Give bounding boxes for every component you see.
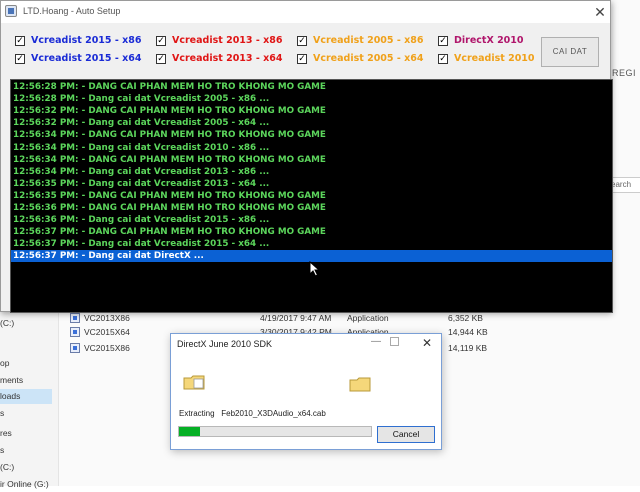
- log-line[interactable]: 12:56:36 PM: - Dang cai dat Vcreadist 20…: [13, 214, 612, 226]
- extracting-label: Extracting: [179, 409, 215, 418]
- checkbox-label: Vcreadist 2015 - x86: [31, 35, 142, 46]
- log-line[interactable]: 12:56:36 PM: - DANG CAI PHAN MEM HO TRO …: [13, 202, 612, 214]
- install-button[interactable]: CAI DAT: [541, 37, 599, 67]
- minimize-button[interactable]: —: [369, 336, 383, 350]
- log-line[interactable]: 12:56:32 PM: - Dang cai dat Vcreadist 20…: [13, 117, 612, 129]
- file-size: 6,352 KB: [448, 313, 483, 323]
- checkbox-label: Vcreadist 2013 - x64: [172, 53, 283, 64]
- nav-item[interactable]: (C:): [0, 460, 58, 475]
- nav-item[interactable]: ments: [0, 373, 58, 388]
- nav-item[interactable]: op: [0, 356, 58, 371]
- checkbox-label: Vcreadist 2005 - x86: [313, 35, 424, 46]
- nav-item[interactable]: s: [0, 443, 58, 458]
- checkbox[interactable]: ✓: [438, 36, 448, 46]
- nav-item[interactable]: s: [0, 406, 58, 421]
- source-folder-icon: [183, 375, 205, 390]
- extracting-status: Extracting Feb2010_X3DAudio_x64.cab: [179, 409, 326, 418]
- nav-item-downloads[interactable]: loads: [0, 389, 52, 404]
- file-name: VC2015X64: [84, 327, 130, 337]
- checkbox[interactable]: ✓: [156, 54, 166, 64]
- log-line[interactable]: 12:56:34 PM: - DANG CAI PHAN MEM HO TRO …: [13, 129, 612, 141]
- file-name: VC2013X86: [84, 313, 130, 323]
- checkbox[interactable]: ✓: [297, 54, 307, 64]
- destination-folder-icon: [349, 377, 371, 392]
- close-button[interactable]: ✕: [419, 335, 435, 351]
- log-line[interactable]: 12:56:34 PM: - Dang cai dat Vcreadist 20…: [13, 166, 612, 178]
- title-bar[interactable]: LTD.Hoang - Auto Setup ✕: [1, 1, 610, 23]
- progress-fill: [179, 427, 201, 436]
- log-line[interactable]: 12:56:32 PM: - DANG CAI PHAN MEM HO TRO …: [13, 105, 612, 117]
- application-icon: [70, 313, 80, 323]
- file-type: Application: [347, 313, 389, 323]
- log-line[interactable]: 12:56:37 PM: - DANG CAI PHAN MEM HO TRO …: [13, 226, 612, 238]
- nav-item[interactable]: (C:): [0, 316, 58, 331]
- checkbox[interactable]: ✓: [15, 54, 25, 64]
- nav-item[interactable]: res: [0, 426, 58, 441]
- checkbox-label: Vcreadist 2015 - x64: [31, 53, 142, 64]
- checkbox-label: Vcreadist 2013 - x86: [172, 35, 283, 46]
- log-line[interactable]: 12:56:28 PM: - Dang cai dat Vcreadist 20…: [13, 93, 612, 105]
- close-button[interactable]: ✕: [591, 3, 609, 21]
- progress-bar: [178, 426, 372, 437]
- file-size: 14,119 KB: [448, 343, 488, 353]
- checkbox-label: Vcreadist 2005 - x64: [313, 53, 424, 64]
- checkbox-label: Vcreadist 2010: [454, 53, 535, 64]
- checkbox[interactable]: ✓: [15, 36, 25, 46]
- dialog-title: DirectX June 2010 SDK: [177, 339, 273, 349]
- cancel-button[interactable]: Cancel: [377, 426, 435, 443]
- log-console[interactable]: 12:56:28 PM: - DANG CAI PHAN MEM HO TRO …: [10, 79, 613, 313]
- navigation-pane: (C:) op ments loads s res s (C:) ir Onli…: [0, 300, 59, 489]
- nav-item[interactable]: ir Online (G:): [0, 477, 58, 492]
- log-line[interactable]: 12:56:35 PM: - Dang cai dat Vcreadist 20…: [13, 178, 612, 190]
- log-line[interactable]: 12:56:34 PM: - DANG CAI PHAN MEM HO TRO …: [13, 154, 612, 166]
- window-title: LTD.Hoang - Auto Setup: [23, 6, 121, 16]
- extracting-filename: Feb2010_X3DAudio_x64.cab: [221, 409, 326, 418]
- log-line[interactable]: 12:56:35 PM: - DANG CAI PHAN MEM HO TRO …: [13, 190, 612, 202]
- checkbox[interactable]: ✓: [297, 36, 307, 46]
- file-name: VC2015X86: [84, 343, 130, 353]
- log-line[interactable]: 12:56:37 PM: - Dang cai dat Vcreadist 20…: [13, 238, 612, 250]
- file-row[interactable]: VC2013X86 4/19/2017 9:47 AM Application …: [70, 313, 500, 326]
- application-icon: [70, 343, 80, 353]
- mouse-cursor-icon: [309, 261, 321, 277]
- file-date: 4/19/2017 9:47 AM: [260, 313, 332, 323]
- partial-tab-label: REGI: [612, 68, 637, 78]
- maximize-button[interactable]: [390, 337, 399, 346]
- checkbox[interactable]: ✓: [156, 36, 166, 46]
- directx-extract-dialog: DirectX June 2010 SDK — ✕ Extracting Feb…: [170, 333, 442, 450]
- checkbox[interactable]: ✓: [438, 54, 448, 64]
- log-line[interactable]: 12:56:34 PM: - Dang cai dat Vcreadist 20…: [13, 142, 612, 154]
- checkbox-label: DirectX 2010: [454, 35, 524, 46]
- auto-setup-window: LTD.Hoang - Auto Setup ✕ ✓ Vcreadist 201…: [0, 0, 613, 313]
- file-size: 14,944 KB: [448, 327, 488, 337]
- app-icon: [5, 5, 17, 17]
- log-line[interactable]: 12:56:28 PM: - DANG CAI PHAN MEM HO TRO …: [13, 81, 612, 93]
- application-icon: [70, 327, 80, 337]
